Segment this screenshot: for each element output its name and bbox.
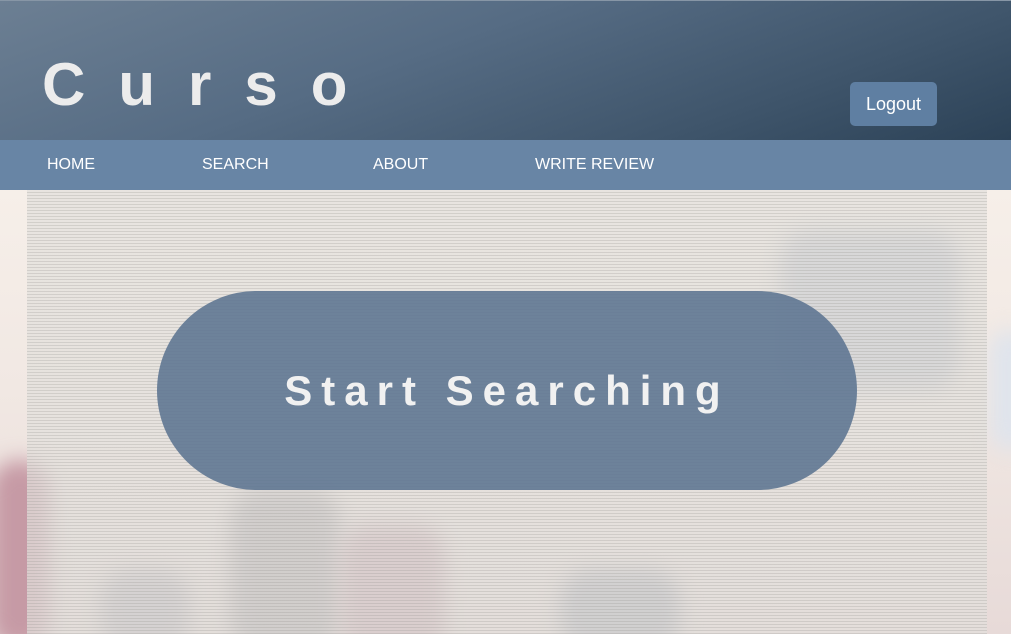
nav-item-about[interactable]: ABOUT (373, 140, 428, 190)
site-header: Curso Logout (0, 0, 1011, 140)
page: Curso Logout HOME SEARCH ABOUT WRITE REV… (0, 0, 1011, 634)
main-nav: HOME SEARCH ABOUT WRITE REVIEW (0, 140, 1011, 190)
nav-item-home[interactable]: HOME (47, 140, 95, 190)
logout-button[interactable]: Logout (850, 82, 937, 126)
site-logo[interactable]: Curso (42, 51, 380, 119)
start-searching-button[interactable]: Start Searching (157, 291, 857, 490)
nav-item-search[interactable]: SEARCH (202, 140, 269, 190)
bg-shape (990, 330, 1011, 450)
nav-item-write-review[interactable]: WRITE REVIEW (535, 140, 654, 190)
